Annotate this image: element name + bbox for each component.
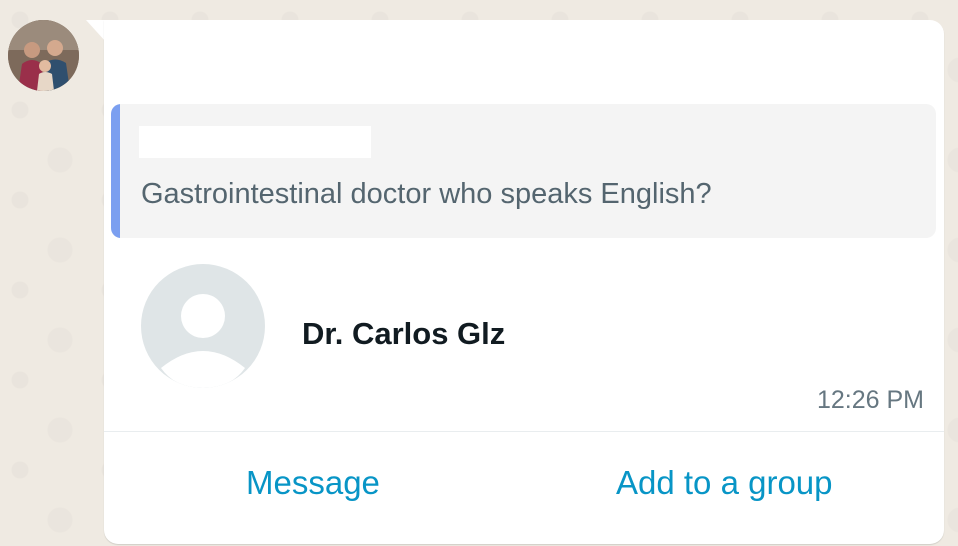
- contact-message-bubble: Gastrointestinal doctor who speaks Engli…: [104, 20, 944, 544]
- quote-accent-bar: [111, 104, 120, 238]
- message-contact-button[interactable]: Message: [246, 464, 380, 502]
- quoted-message[interactable]: Gastrointestinal doctor who speaks Engli…: [111, 104, 936, 238]
- message-bubble-tail: [86, 20, 106, 42]
- default-person-avatar-icon: [161, 294, 245, 388]
- contact-avatar[interactable]: [141, 264, 265, 388]
- group-photo-avatar: [8, 20, 79, 91]
- sender-avatar[interactable]: [8, 20, 79, 91]
- add-to-group-button[interactable]: Add to a group: [616, 464, 833, 502]
- actions-divider: [104, 431, 944, 432]
- quoted-author-redacted: [139, 126, 371, 158]
- message-timestamp: 12:26 PM: [816, 386, 924, 414]
- contact-name[interactable]: Dr. Carlos Glz: [302, 316, 505, 352]
- quoted-text: Gastrointestinal doctor who speaks Engli…: [141, 178, 712, 210]
